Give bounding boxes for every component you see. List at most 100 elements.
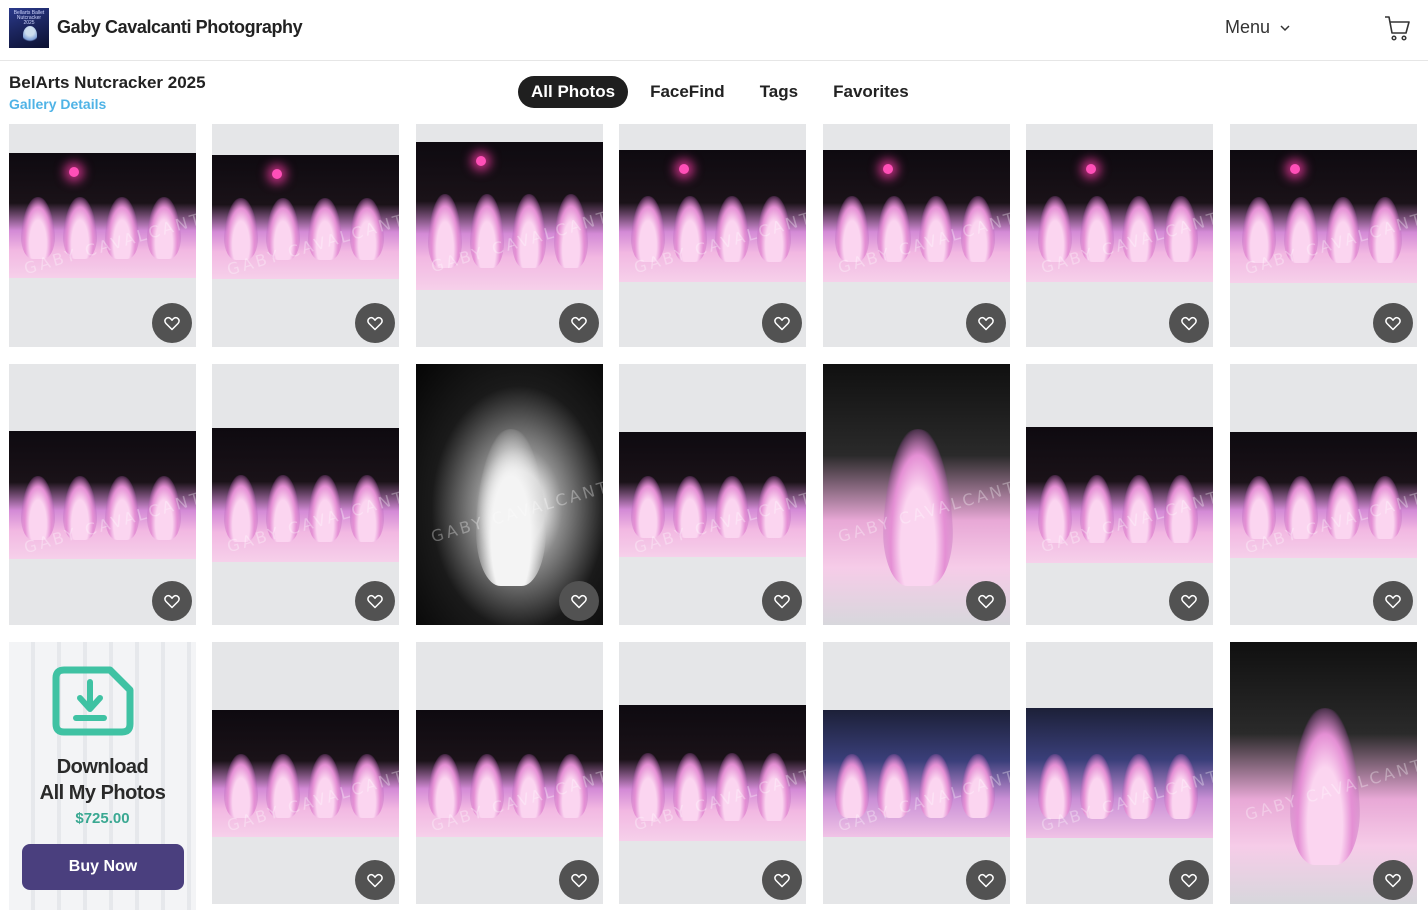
favorite-button[interactable] (762, 581, 802, 621)
favorite-button[interactable] (966, 303, 1006, 343)
tab-tags[interactable]: Tags (747, 76, 811, 108)
favorite-button[interactable] (559, 303, 599, 343)
photo-thumbnail: GABY CAVALCANTI | PHOTOGRAPHY | (619, 705, 806, 841)
heart-icon (570, 592, 588, 610)
stage-light (476, 156, 486, 166)
cart-icon[interactable] (1383, 14, 1411, 42)
photo-tile[interactable]: GABY CAVALCANTI | PHOTOGRAPHY | (9, 364, 196, 625)
heart-icon (977, 314, 995, 332)
promo-title-line2: All My Photos (39, 782, 166, 804)
favorite-button[interactable] (559, 581, 599, 621)
tab-all-photos[interactable]: All Photos (518, 76, 629, 108)
heart-icon (163, 314, 181, 332)
heart-icon (773, 314, 791, 332)
photo-tile[interactable]: GABY CAVALCANTI | PHOTOGRAPHY | (1026, 364, 1213, 625)
stage-light (1290, 164, 1300, 174)
heart-icon (773, 871, 791, 889)
favorite-button[interactable] (1169, 860, 1209, 900)
favorite-button[interactable] (559, 860, 599, 900)
photo-thumbnail: GABY CAVALCANTI | PHOTOGRAPHY | (1026, 150, 1213, 282)
favorite-button[interactable] (1373, 303, 1413, 343)
gallery-logo[interactable]: Bellarts Ballet Nutcracker 2025 (9, 8, 49, 48)
photo-tile[interactable]: GABY CAVALCANTI | PHOTOGRAPHY | (1230, 642, 1417, 904)
favorite-button[interactable] (355, 303, 395, 343)
dancer-figure (631, 475, 665, 539)
photo-tile[interactable]: GABY CAVALCANTI | PHOTOGRAPHY | (823, 364, 1010, 625)
heart-icon (1180, 314, 1198, 332)
dancer-figure (224, 198, 258, 261)
promo-title-line1: Download (56, 756, 149, 778)
stage-light (69, 167, 79, 177)
photo-thumbnail: GABY CAVALCANTI | PHOTOGRAPHY | (1026, 708, 1213, 838)
logo-text: Bellarts Ballet Nutcracker 2025 (13, 10, 45, 26)
gallery-title: BelArts Nutcracker 2025 (9, 73, 206, 92)
photo-tile[interactable]: GABY CAVALCANTI | PHOTOGRAPHY | (212, 642, 399, 904)
favorite-button[interactable] (1169, 581, 1209, 621)
tab-favorites[interactable]: Favorites (820, 76, 922, 108)
stage-light (272, 169, 282, 179)
heart-icon (366, 314, 384, 332)
photo-thumbnail: GABY CAVALCANTI | PHOTOGRAPHY | (9, 431, 196, 559)
dancer-figure (21, 196, 55, 260)
photo-tile[interactable]: GABY CAVALCANTI | PHOTOGRAPHY | (212, 364, 399, 625)
heart-icon (366, 871, 384, 889)
photo-tile[interactable]: GABY CAVALCANTI | PHOTOGRAPHY | (823, 642, 1010, 904)
site-header: Bellarts Ballet Nutcracker 2025 Gaby Cav… (0, 0, 1428, 61)
favorite-button[interactable] (152, 303, 192, 343)
photo-thumbnail: GABY CAVALCANTI | PHOTOGRAPHY | (212, 710, 399, 837)
photo-thumbnail: GABY CAVALCANTI | PHOTOGRAPHY | (823, 710, 1010, 837)
photo-tile[interactable]: GABY CAVALCANTI | PHOTOGRAPHY | (823, 124, 1010, 347)
gallery-tabs: All Photos FaceFind Tags Favorites (518, 76, 931, 108)
photo-thumbnail: GABY CAVALCANTI | PHOTOGRAPHY | (416, 710, 603, 837)
stage-light (679, 164, 689, 174)
photo-thumbnail: GABY CAVALCANTI | PHOTOGRAPHY | (823, 150, 1010, 282)
gallery-details-link[interactable]: Gallery Details (9, 96, 106, 112)
photo-tile[interactable]: GABY CAVALCANTI | PHOTOGRAPHY | (212, 124, 399, 347)
menu-button[interactable]: Menu (1225, 17, 1292, 38)
photo-tile[interactable]: GABY CAVALCANTI | PHOTOGRAPHY | (619, 364, 806, 625)
favorite-button[interactable] (1373, 581, 1413, 621)
photo-tile[interactable]: GABY CAVALCANTI | PHOTOGRAPHY | (1230, 124, 1417, 347)
heart-icon (1384, 314, 1402, 332)
favorite-button[interactable] (355, 581, 395, 621)
favorite-button[interactable] (355, 860, 395, 900)
photo-tile[interactable]: GABY CAVALCANTI | PHOTOGRAPHY | (619, 124, 806, 347)
photo-thumbnail: GABY CAVALCANTI | PHOTOGRAPHY | (416, 142, 603, 290)
photo-tile[interactable]: GABY CAVALCANTI | PHOTOGRAPHY | (619, 642, 806, 904)
site-title[interactable]: Gaby Cavalcanti Photography (57, 17, 303, 38)
photo-tile[interactable]: GABY CAVALCANTI | PHOTOGRAPHY | (416, 124, 603, 347)
photo-tile[interactable]: GABY CAVALCANTI | PHOTOGRAPHY | (1230, 364, 1417, 625)
favorite-button[interactable] (1169, 303, 1209, 343)
photo-thumbnail: GABY CAVALCANTI | PHOTOGRAPHY | (619, 150, 806, 282)
heart-icon (570, 314, 588, 332)
photo-tile[interactable]: GABY CAVALCANTI | PHOTOGRAPHY | (416, 364, 603, 625)
photo-thumbnail: GABY CAVALCANTI | PHOTOGRAPHY | (1026, 427, 1213, 563)
buy-now-button[interactable]: Buy Now (22, 844, 184, 890)
photo-thumbnail: GABY CAVALCANTI | PHOTOGRAPHY | (1230, 432, 1417, 558)
heart-icon (773, 592, 791, 610)
heart-icon (977, 871, 995, 889)
tab-facefind[interactable]: FaceFind (637, 76, 738, 108)
photo-tile[interactable]: GABY CAVALCANTI | PHOTOGRAPHY | (1026, 642, 1213, 904)
heart-icon (977, 592, 995, 610)
favorite-button[interactable] (966, 581, 1006, 621)
photo-thumbnail: GABY CAVALCANTI | PHOTOGRAPHY | (1230, 150, 1417, 283)
promo-title: Download All My Photos (9, 754, 196, 806)
photo-tile[interactable]: GABY CAVALCANTI | PHOTOGRAPHY | (1026, 124, 1213, 347)
favorite-button[interactable] (152, 581, 192, 621)
heart-icon (1384, 592, 1402, 610)
favorite-button[interactable] (762, 860, 802, 900)
photo-tile[interactable]: GABY CAVALCANTI | PHOTOGRAPHY | (416, 642, 603, 904)
favorite-button[interactable] (762, 303, 802, 343)
heart-icon (1180, 871, 1198, 889)
photo-tile[interactable]: GABY CAVALCANTI | PHOTOGRAPHY | (9, 124, 196, 347)
favorite-button[interactable] (966, 860, 1006, 900)
photo-thumbnail: GABY CAVALCANTI | PHOTOGRAPHY | (9, 153, 196, 278)
photo-thumbnail: GABY CAVALCANTI | PHOTOGRAPHY | (212, 155, 399, 279)
download-all-promo[interactable]: Download All My Photos $725.00 Buy Now (9, 642, 196, 910)
favorite-button[interactable] (1373, 860, 1413, 900)
heart-icon (1180, 592, 1198, 610)
photo-thumbnail: GABY CAVALCANTI | PHOTOGRAPHY | (619, 432, 806, 557)
logo-dancer-image (23, 26, 37, 44)
chevron-down-icon (1280, 24, 1290, 31)
